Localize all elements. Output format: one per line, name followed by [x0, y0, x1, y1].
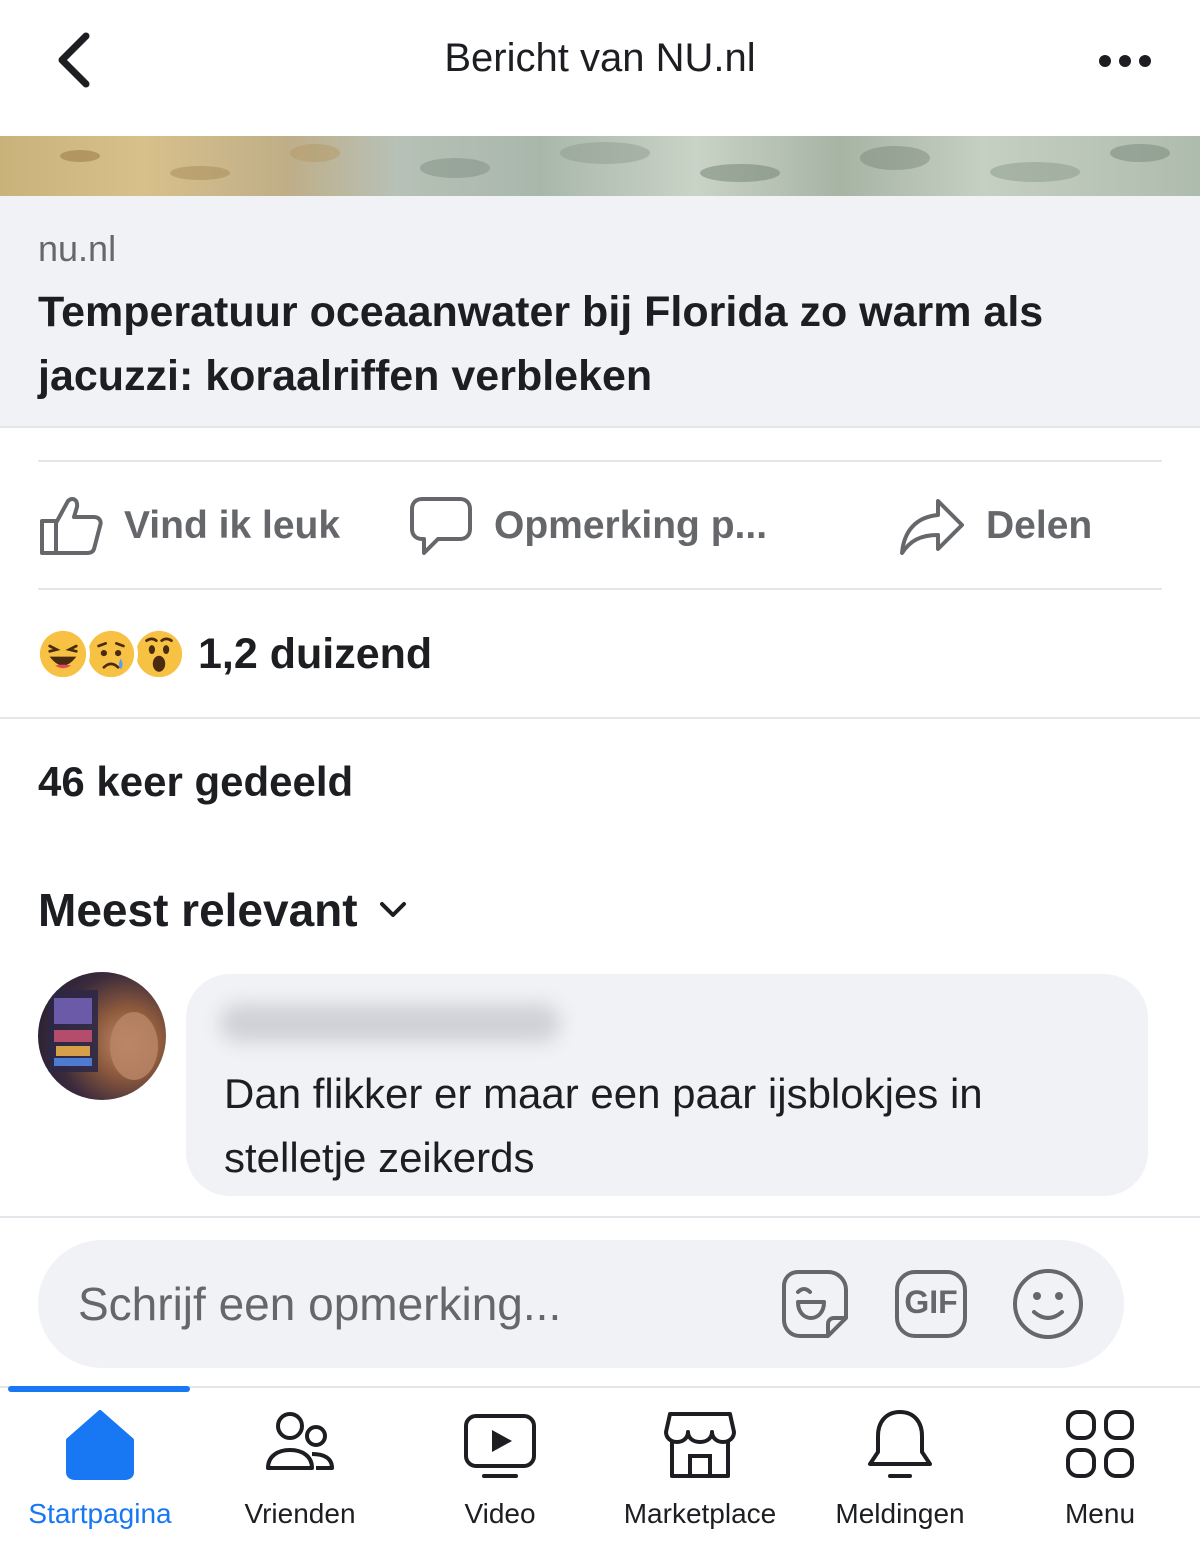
like-label: Vind ik leuk	[124, 504, 341, 547]
share-count[interactable]: 46 keer gedeeld	[38, 758, 353, 806]
divider	[38, 460, 1162, 462]
share-arrow-icon	[900, 499, 964, 555]
nav-label: Menu	[1064, 1498, 1136, 1529]
chevron-down-icon	[379, 902, 406, 917]
smiley-icon	[1013, 1269, 1083, 1339]
share-button[interactable]: Delen	[898, 490, 1092, 562]
nav-label: Marketplace	[623, 1498, 777, 1529]
divider	[38, 588, 1162, 590]
avatar-image	[48, 990, 158, 1080]
thumbs-up-icon	[40, 497, 103, 555]
comment-input-bar: GIF	[38, 1240, 1124, 1368]
link-title: Temperatuur oceaanwater bij Florida zo w…	[38, 288, 1044, 400]
avatar[interactable]	[38, 972, 166, 1100]
comment-text: Dan flikker er maar een paar ijsblokjes …	[224, 1070, 983, 1181]
video-icon	[464, 1414, 536, 1478]
nav-video[interactable]: Video	[400, 1404, 600, 1534]
more-options-button[interactable]	[1090, 36, 1160, 86]
nav-marketplace[interactable]: Marketplace	[600, 1404, 800, 1534]
nav-friends[interactable]: Vrienden	[200, 1404, 400, 1534]
comment-bubble-icon	[410, 497, 472, 555]
divider	[0, 717, 1200, 719]
friends-icon	[266, 1412, 334, 1470]
bottom-navigation: Startpagina Vrienden Video Marketplace M…	[0, 1386, 1200, 1544]
comment-sort-dropdown[interactable]: Meest relevant	[38, 880, 408, 940]
nav-label: Video	[464, 1498, 536, 1529]
share-label: Delen	[986, 504, 1093, 547]
comment-input[interactable]	[78, 1264, 768, 1344]
comment-label: Opmerking p...	[494, 504, 768, 547]
sad-emoji-icon	[84, 627, 138, 681]
link-domain: nu.nl	[38, 228, 117, 269]
wow-emoji-icon	[132, 627, 186, 681]
sticker-button[interactable]	[776, 1266, 852, 1342]
nav-label: Meldingen	[835, 1498, 965, 1529]
nav-label: Startpagina	[28, 1498, 172, 1529]
article-image[interactable]	[0, 136, 1200, 196]
nav-notifications[interactable]: Meldingen	[800, 1404, 1000, 1534]
menu-grid-icon	[1066, 1410, 1134, 1478]
haha-emoji-icon	[36, 627, 90, 681]
reaction-count: 1,2 duizend	[198, 629, 433, 678]
commenter-name-redacted[interactable]	[220, 1004, 560, 1042]
sticker-icon	[782, 1270, 848, 1338]
comment-button[interactable]: Opmerking p...	[408, 490, 767, 562]
nav-menu[interactable]: Menu	[1000, 1404, 1200, 1534]
bell-icon	[868, 1410, 932, 1478]
marketplace-icon	[664, 1412, 736, 1478]
gif-label: GIF	[904, 1284, 958, 1320]
more-dots-icon	[1099, 55, 1151, 67]
link-preview-card[interactable]: nu.nl Temperatuur oceaanwater bij Florid…	[0, 196, 1200, 428]
active-tab-indicator	[8, 1386, 190, 1392]
nav-label: Vrienden	[244, 1498, 356, 1529]
like-button[interactable]: Vind ik leuk	[38, 490, 340, 562]
home-icon	[66, 1410, 134, 1480]
page-title: Bericht van NU.nl	[444, 36, 756, 80]
gif-button[interactable]: GIF	[893, 1266, 969, 1342]
nav-home[interactable]: Startpagina	[0, 1404, 200, 1534]
emoji-button[interactable]	[1010, 1266, 1086, 1342]
comment-bubble[interactable]: Dan flikker er maar een paar ijsblokjes …	[186, 974, 1148, 1196]
top-bar: Bericht van NU.nl	[0, 0, 1200, 136]
sort-label: Meest relevant	[38, 884, 358, 936]
reactions-summary[interactable]: 1,2 duizend	[36, 622, 432, 686]
divider	[0, 1216, 1200, 1218]
